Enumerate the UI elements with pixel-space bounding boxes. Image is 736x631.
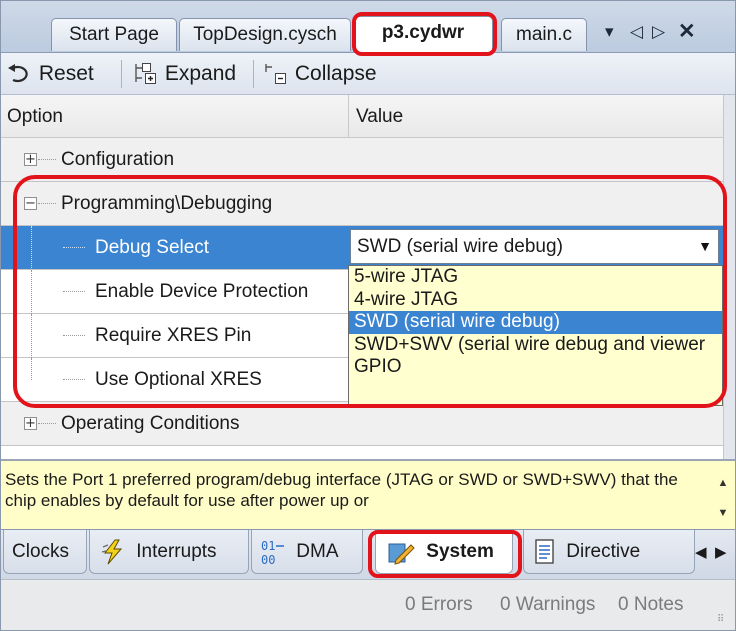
expand-tree-icon bbox=[135, 63, 156, 85]
collapse-button[interactable]: Collapse bbox=[263, 59, 377, 89]
notes-count[interactable]: 0 Notes bbox=[618, 594, 683, 616]
tree-line bbox=[38, 203, 56, 204]
reset-arrow-icon bbox=[8, 64, 28, 83]
tree-line bbox=[63, 291, 85, 292]
scroll-tabs-left-icon[interactable]: ◁ bbox=[630, 22, 643, 42]
tree-line bbox=[31, 314, 32, 358]
property-label: Use Optional XRES bbox=[95, 369, 262, 390]
tree-line bbox=[38, 159, 56, 160]
tree-line bbox=[38, 423, 56, 424]
tab-label: Directive bbox=[566, 541, 641, 562]
collapse-minus-icon[interactable]: − bbox=[24, 197, 37, 210]
tree-line bbox=[63, 247, 85, 248]
tree-line bbox=[31, 270, 32, 314]
property-label: Require XRES Pin bbox=[95, 325, 252, 346]
tab-label: Clocks bbox=[12, 541, 70, 562]
value-column-header[interactable]: Value bbox=[356, 95, 403, 138]
pencil-icon bbox=[388, 543, 415, 565]
tab-label: Interrupts bbox=[136, 541, 217, 562]
reset-label: Reset bbox=[38, 62, 94, 85]
property-label: Debug Select bbox=[95, 237, 210, 258]
scroll-bottom-tabs-left-icon[interactable]: ◀ bbox=[695, 543, 707, 561]
tab-start-page[interactable]: Start Page bbox=[51, 18, 177, 51]
tab-list-dropdown-icon[interactable]: ▾ bbox=[605, 22, 614, 42]
dropdown-option-4-wire-jtag[interactable]: 4-wire JTAG bbox=[349, 289, 722, 312]
tree-line bbox=[63, 335, 85, 336]
scroll-tabs-right-icon[interactable]: ▷ bbox=[652, 22, 665, 42]
category-operating-conditions[interactable]: + Operating Conditions bbox=[1, 402, 723, 446]
status-bar: 0 Errors 0 Warnings 0 Notes ⠿ bbox=[1, 579, 735, 630]
svg-text:00: 00 bbox=[261, 553, 275, 566]
dropdown-option-swd[interactable]: SWD (serial wire debug) bbox=[349, 311, 722, 334]
column-divider[interactable] bbox=[348, 95, 349, 138]
dropdown-option-gpio[interactable]: GPIO bbox=[349, 356, 722, 379]
tab-label: DMA bbox=[296, 541, 339, 562]
grid-header: Option Value bbox=[1, 95, 723, 138]
expand-plus-icon[interactable]: + bbox=[24, 417, 37, 430]
expand-button[interactable]: Expand bbox=[133, 59, 236, 89]
expand-label: Expand bbox=[164, 62, 237, 85]
description-panel: Sets the Port 1 preferred program/debug … bbox=[1, 459, 735, 529]
warning-count[interactable]: 0 Warnings bbox=[500, 594, 595, 616]
document-tab-strip: Start Page TopDesign.cysch p3.cydwr main… bbox=[1, 1, 735, 53]
resize-grip-icon[interactable]: ⠿ bbox=[717, 614, 724, 625]
scroll-up-icon[interactable]: ▲ bbox=[715, 477, 731, 489]
tab-label: System bbox=[426, 541, 494, 562]
tree-line bbox=[31, 226, 32, 270]
document-icon bbox=[535, 539, 554, 564]
grid-scrollbar[interactable] bbox=[723, 95, 735, 459]
debug-select-dropdown-list: 5-wire JTAG 4-wire JTAG SWD (serial wire… bbox=[348, 265, 723, 406]
collapse-label: Collapse bbox=[294, 62, 377, 85]
tab-dma[interactable]: 01 00 DMA bbox=[251, 530, 363, 574]
category-label: Configuration bbox=[61, 149, 175, 170]
tab-interrupts[interactable]: Interrupts bbox=[89, 530, 249, 574]
dropdown-option-swd-swv[interactable]: SWD+SWV (serial wire debug and viewer bbox=[349, 334, 722, 357]
tab-directives[interactable]: Directive bbox=[523, 530, 695, 574]
svg-text:01: 01 bbox=[261, 539, 275, 553]
property-label: Enable Device Protection bbox=[95, 281, 309, 302]
category-label: Operating Conditions bbox=[61, 413, 240, 434]
error-count[interactable]: 0 Errors bbox=[405, 594, 473, 616]
dropdown-option-5-wire-jtag[interactable]: 5-wire JTAG bbox=[349, 266, 722, 289]
collapse-tree-icon bbox=[265, 64, 286, 85]
category-configuration[interactable]: + Configuration bbox=[1, 138, 723, 182]
scroll-down-icon[interactable]: ▼ bbox=[715, 507, 731, 519]
toolbar-separator bbox=[253, 60, 254, 88]
option-column-header[interactable]: Option bbox=[7, 95, 63, 138]
scroll-bottom-tabs-right-icon[interactable]: ▶ bbox=[715, 543, 727, 561]
bottom-tab-strip: Clocks Interrupts 01 00 DMA System Direc… bbox=[1, 529, 735, 579]
reset-button[interactable]: Reset bbox=[7, 59, 94, 89]
combobox-value: SWD (serial wire debug) bbox=[357, 236, 563, 257]
toolbar: Reset Expand Collapse bbox=[1, 53, 735, 95]
tab-system[interactable]: System bbox=[375, 530, 513, 574]
tab-p3-cydwr[interactable]: p3.cydwr bbox=[353, 16, 493, 52]
tree-line bbox=[31, 358, 32, 380]
description-scrollbar[interactable]: ▲ ▼ bbox=[715, 467, 731, 527]
tab-topdesign-cysch[interactable]: TopDesign.cysch bbox=[179, 18, 351, 51]
lightning-icon bbox=[101, 539, 123, 565]
tab-main-c[interactable]: main.c bbox=[501, 18, 587, 51]
design-wide-resources-window: Start Page TopDesign.cysch p3.cydwr main… bbox=[0, 0, 736, 631]
category-programming-debugging[interactable]: − Programming\Debugging bbox=[1, 182, 723, 226]
toolbar-separator bbox=[121, 60, 122, 88]
close-icon[interactable]: ✕ bbox=[678, 19, 696, 44]
dropdown-arrow-icon[interactable]: ▼ bbox=[698, 230, 712, 263]
dma-icon: 01 00 bbox=[261, 539, 284, 566]
category-label: Programming\Debugging bbox=[61, 193, 273, 214]
description-text: Sets the Port 1 preferred program/debug … bbox=[5, 470, 678, 510]
tree-line bbox=[63, 379, 85, 380]
expand-plus-icon[interactable]: + bbox=[24, 153, 37, 166]
tab-clocks[interactable]: Clocks bbox=[3, 530, 87, 574]
debug-select-combobox[interactable]: SWD (serial wire debug) ▼ bbox=[350, 229, 719, 264]
